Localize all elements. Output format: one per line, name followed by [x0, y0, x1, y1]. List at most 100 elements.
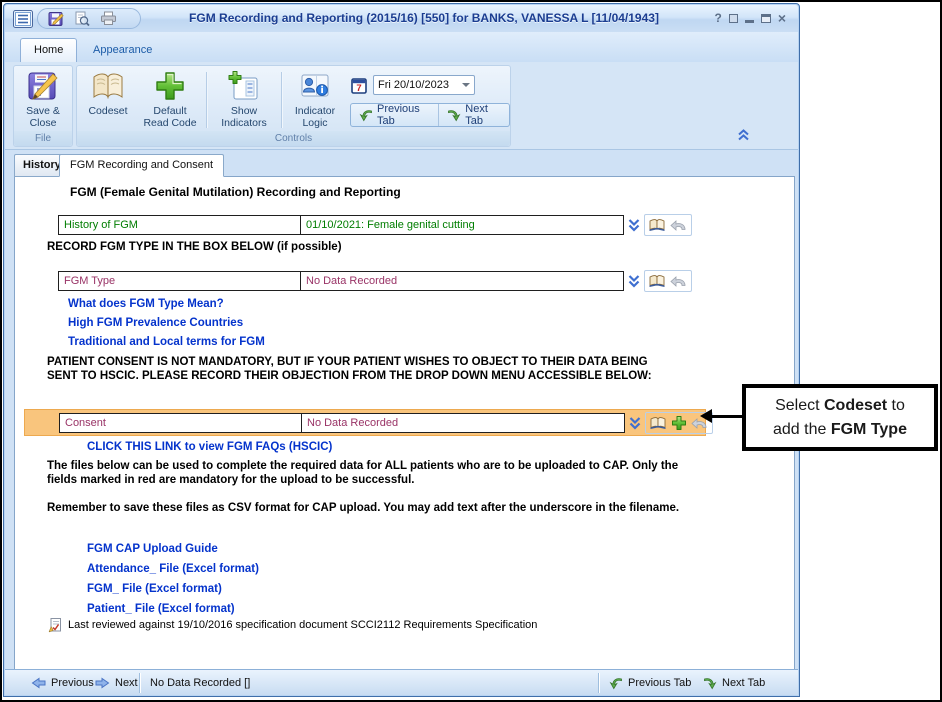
ribbon-tab-row: Home Appearance	[5, 32, 798, 62]
indicator-logic-button[interactable]: Indicator Logic	[286, 67, 344, 131]
date-input[interactable]: Fri 20/10/2023	[373, 75, 475, 95]
consent-field[interactable]: Consent No Data Recorded	[59, 413, 625, 433]
ribbon-group-file: Save & Close File	[13, 65, 73, 147]
curved-arrow-right-icon	[447, 108, 461, 122]
tab-appearance[interactable]: Appearance	[85, 38, 160, 62]
arrow-right-icon	[95, 677, 110, 689]
add-code-plus-icon[interactable]	[671, 415, 687, 431]
divider	[598, 673, 599, 693]
print-icon[interactable]	[100, 11, 117, 26]
previous-button[interactable]: Previous	[31, 670, 94, 696]
ribbon-separator	[281, 72, 282, 128]
expand-chevron-icon[interactable]	[628, 218, 640, 232]
previous-tab-button[interactable]: Previous Tab	[351, 104, 438, 126]
window-title: FGM Recording and Reporting (2015/16) [5…	[155, 11, 693, 25]
save-close-button[interactable]: Save & Close	[16, 67, 70, 131]
window-controls: ? ×	[714, 12, 786, 24]
row-toolbar	[644, 270, 692, 292]
callout-text: Select Codeset to add the FGM Type	[773, 394, 907, 440]
fgm-type-field[interactable]: FGM Type No Data Recorded	[58, 271, 624, 291]
codeset-book-icon	[89, 67, 127, 105]
field-row-history-of-fgm: History of FGM 01/10/2021: Female genita…	[58, 214, 692, 236]
field-row-consent: Consent No Data Recorded	[59, 412, 713, 434]
help-icon[interactable]: ?	[714, 12, 721, 24]
history-of-fgm-field[interactable]: History of FGM 01/10/2021: Female genita…	[58, 215, 624, 235]
collapse-ribbon-icon[interactable]	[737, 129, 750, 141]
callout-annotation: Select Codeset to add the FGM Type	[742, 384, 938, 451]
content-area: FGM (Female Genital Mutilation) Recordin…	[14, 176, 795, 670]
quick-access-toolbar	[37, 8, 141, 29]
link-high-fgm-prevalence-countries[interactable]: High FGM Prevalence Countries	[68, 317, 243, 329]
upload-paragraph-2: Remember to save these files as CSV form…	[47, 501, 699, 515]
pin-icon[interactable]	[729, 14, 738, 23]
application-window: FGM Recording and Reporting (2015/16) [5…	[3, 3, 800, 697]
tab-fgm-recording-and-consent[interactable]: FGM Recording and Consent	[59, 154, 224, 177]
print-preview-icon[interactable]	[74, 11, 90, 27]
curved-arrow-right-icon	[703, 676, 717, 690]
save-icon[interactable]	[48, 11, 64, 27]
codeset-book-icon[interactable]	[648, 274, 666, 288]
consent-paragraph: PATIENT CONSENT IS NOT MANDATORY, BUT IF…	[47, 355, 669, 383]
svg-text:7: 7	[356, 83, 361, 94]
expand-chevron-icon[interactable]	[628, 274, 640, 288]
status-text: No Data Recorded []	[150, 670, 250, 696]
field-label: Consent	[60, 414, 302, 432]
row-toolbar	[644, 214, 692, 236]
curved-arrow-left-icon	[609, 676, 623, 690]
previous-tab-button-bottom[interactable]: Previous Tab	[609, 670, 691, 696]
field-value: No Data Recorded	[302, 414, 624, 432]
link-traditional-local-terms[interactable]: Traditional and Local terms for FGM	[68, 336, 265, 348]
date-picker: 7 Fri 20/10/2023	[351, 75, 475, 95]
undo-icon[interactable]	[670, 219, 688, 232]
review-note: Last reviewed against 19/10/2016 specifi…	[68, 619, 537, 631]
default-read-code-button[interactable]: Default Read Code	[137, 67, 203, 131]
link-fgm-file[interactable]: FGM_ File (Excel format)	[87, 583, 222, 595]
document-note-icon	[48, 617, 62, 633]
show-indicators-button[interactable]: Show Indicators	[211, 67, 277, 131]
plus-icon	[154, 67, 186, 105]
arrow-left-icon	[31, 677, 46, 689]
upload-paragraph-1: The files below can be used to complete …	[47, 459, 699, 487]
record-fgm-type-heading: RECORD FGM TYPE IN THE BOX BELOW (if pos…	[47, 241, 342, 253]
app-menu-icon[interactable]	[13, 10, 33, 28]
show-indicators-icon	[228, 67, 260, 105]
group-label-controls: Controls	[77, 131, 510, 146]
callout-arrow-line	[710, 415, 744, 418]
curved-arrow-left-icon	[359, 108, 373, 122]
minimize-button[interactable]	[745, 20, 754, 23]
field-label: FGM Type	[59, 272, 301, 290]
next-button[interactable]: Next	[95, 670, 138, 696]
status-bar: Previous Next No Data Recorded [] Previo…	[5, 669, 798, 695]
page-heading: FGM (Female Genital Mutilation) Recordin…	[70, 185, 401, 199]
review-note-row: Last reviewed against 19/10/2016 specifi…	[48, 617, 537, 633]
ribbon-tab-navigation: Previous Tab Next Tab	[350, 103, 510, 127]
codeset-book-icon[interactable]	[649, 416, 667, 430]
next-tab-button[interactable]: Next Tab	[439, 104, 509, 126]
consent-highlight-band: Consent No Data Recorded	[24, 409, 706, 436]
link-attendance-file[interactable]: Attendance_ File (Excel format)	[87, 563, 259, 575]
link-fgm-cap-upload-guide[interactable]: FGM CAP Upload Guide	[87, 543, 218, 555]
field-row-fgm-type: FGM Type No Data Recorded	[58, 270, 692, 292]
tab-home[interactable]: Home	[20, 38, 77, 62]
date-value: Fri 20/10/2023	[378, 76, 460, 94]
ribbon: Save & Close File Codeset Default Read C…	[5, 62, 798, 150]
next-tab-button-bottom[interactable]: Next Tab	[703, 670, 765, 696]
indicator-logic-icon	[299, 67, 331, 105]
calendar-icon[interactable]: 7	[351, 77, 368, 94]
undo-icon[interactable]	[670, 275, 688, 288]
close-button[interactable]: ×	[778, 12, 786, 24]
maximize-button[interactable]	[761, 14, 771, 23]
expand-chevron-icon[interactable]	[629, 416, 641, 430]
link-fgm-faqs[interactable]: CLICK THIS LINK to view FGM FAQs (HSCIC)	[87, 441, 332, 453]
codeset-book-icon[interactable]	[648, 218, 666, 232]
field-value: 01/10/2021: Female genital cutting	[301, 216, 623, 234]
link-what-does-fgm-type-mean[interactable]: What does FGM Type Mean?	[68, 298, 224, 310]
field-value: No Data Recorded	[301, 272, 623, 290]
field-label: History of FGM	[59, 216, 301, 234]
title-bar: FGM Recording and Reporting (2015/16) [5…	[5, 5, 798, 32]
ribbon-separator	[206, 72, 207, 128]
save-close-icon	[26, 67, 60, 105]
codeset-button[interactable]: Codeset	[81, 67, 135, 131]
chevron-down-icon[interactable]	[462, 83, 470, 87]
link-patient-file[interactable]: Patient_ File (Excel format)	[87, 603, 235, 615]
